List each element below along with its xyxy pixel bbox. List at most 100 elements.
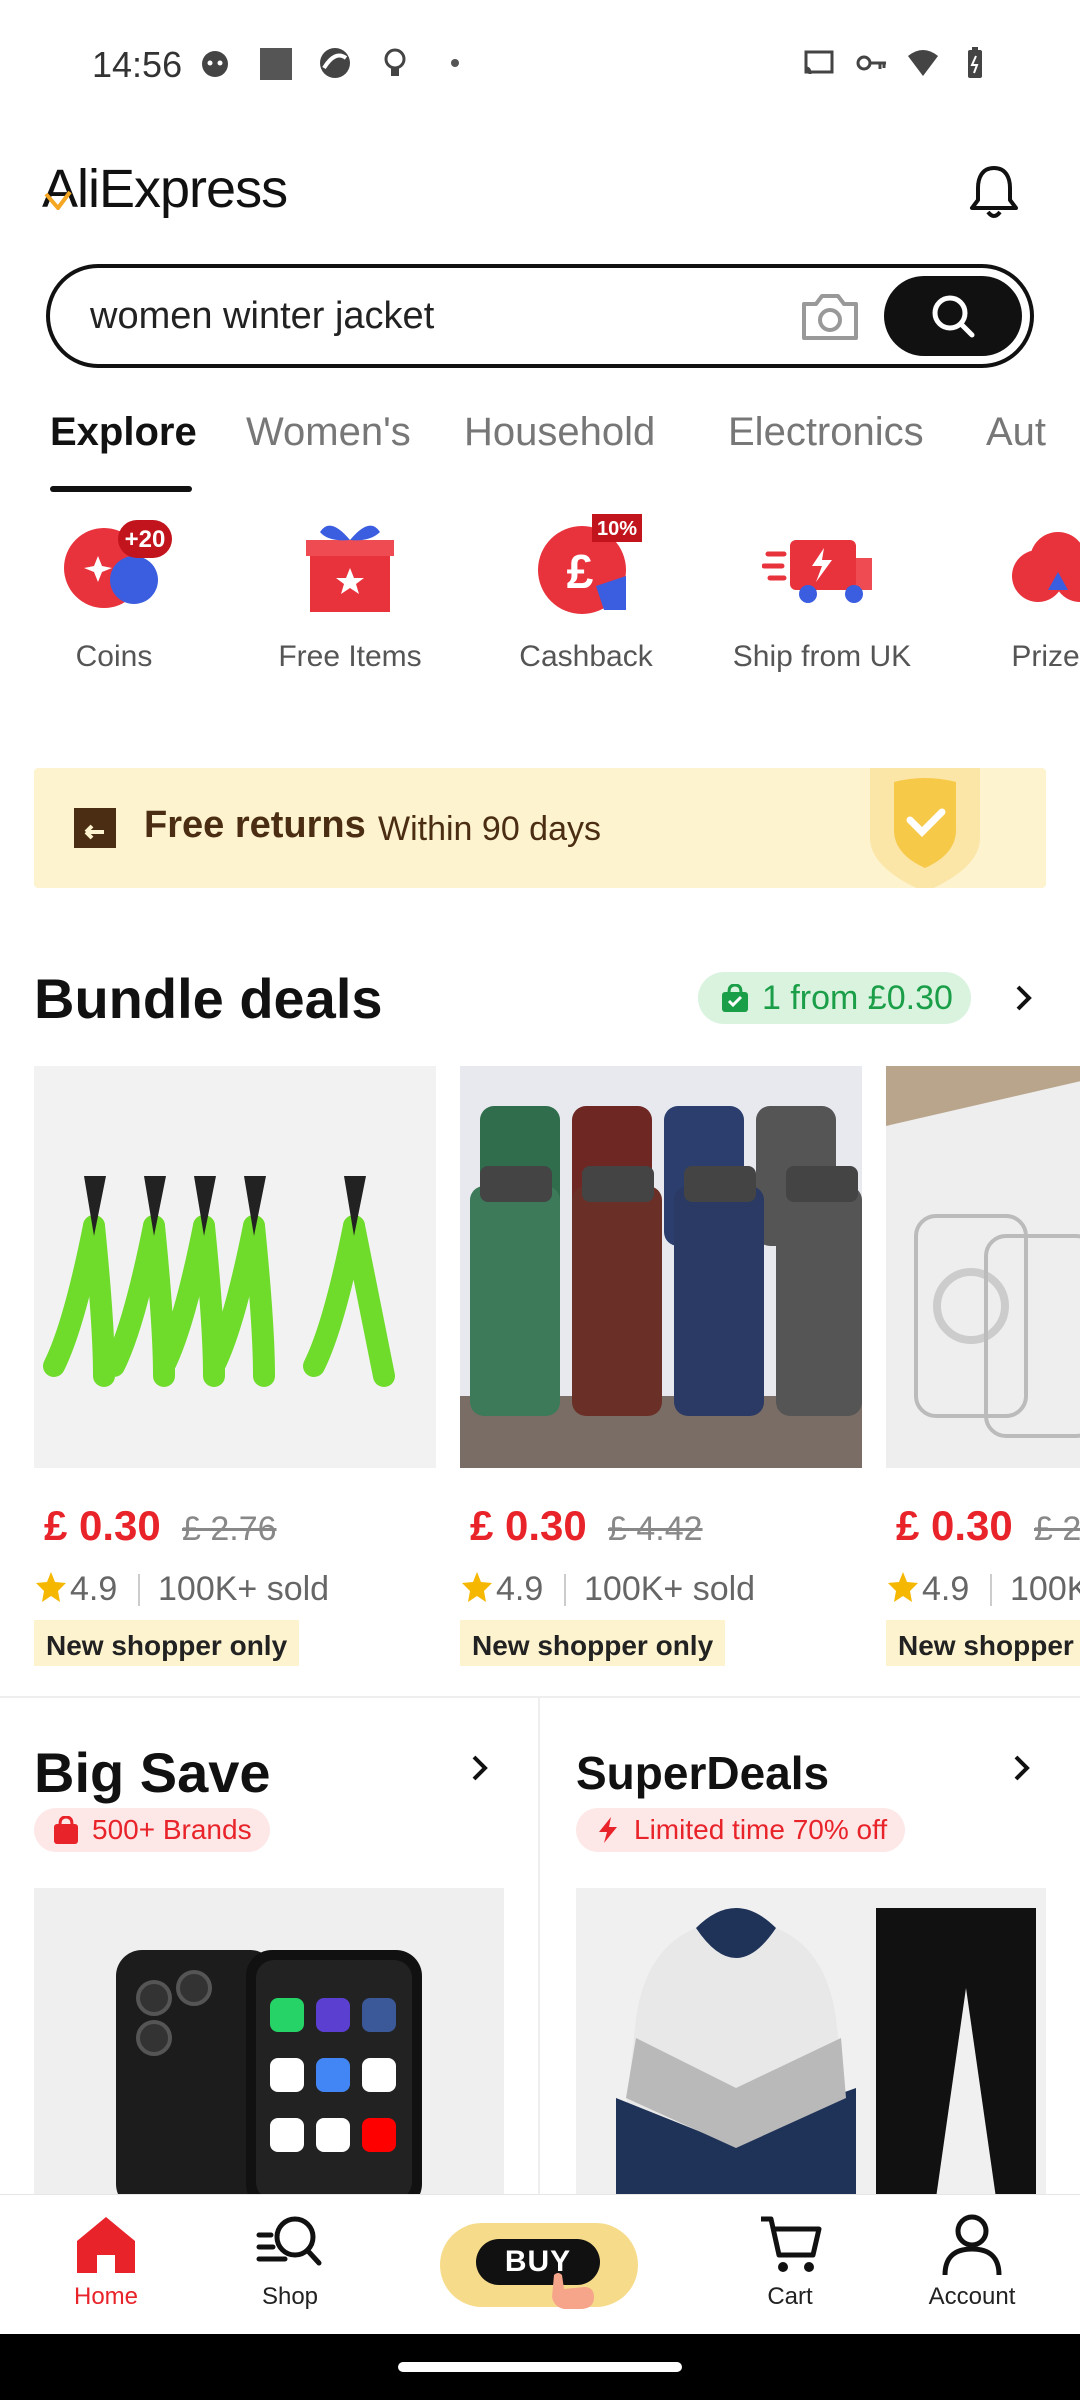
pliers-image: [34, 1066, 436, 1468]
quick-links: +20 Coins Free Items £ 10% Cashback Ship…: [0, 510, 1080, 690]
quick-link-label: Prize L: [1011, 640, 1080, 673]
product-rating: 4.9: [922, 1570, 970, 1608]
chevron-right-icon[interactable]: [470, 1754, 490, 1782]
search-button[interactable]: [884, 276, 1022, 356]
notification-bell-icon[interactable]: [962, 160, 1026, 224]
app-header: AliExpress: [0, 134, 1080, 254]
product-old-price: £ 2.76: [182, 1510, 277, 1548]
free-returns-banner[interactable]: Free returns Within 90 days: [34, 768, 1046, 888]
home-icon: [77, 2217, 135, 2273]
product-sold: 100K+ sold: [158, 1570, 330, 1608]
quick-link-ship-from-uk[interactable]: Ship from UK: [722, 510, 922, 674]
quick-link-label: Coins: [75, 640, 153, 673]
battery-icon: [968, 47, 982, 78]
product-card[interactable]: £ 0.30 £ 2 4.9 100K New shopper o: [886, 1066, 1080, 1666]
search-input[interactable]: [90, 268, 770, 364]
product-image[interactable]: [460, 1066, 862, 1468]
superdeals-image[interactable]: [576, 1888, 1046, 2198]
quick-link-label: Ship from UK: [732, 640, 912, 673]
product-sold: 100K: [1010, 1570, 1080, 1608]
product-badge: New shopper only: [34, 1620, 300, 1666]
chevron-right-icon[interactable]: [1014, 984, 1034, 1012]
star-icon: [36, 1572, 66, 1602]
big-save-pill[interactable]: 500+ Brands: [34, 1808, 270, 1852]
buy-button[interactable]: BUY: [440, 2223, 638, 2309]
product-card[interactable]: £ 0.30 £ 4.42 4.9 100K+ sold New shopper…: [460, 1066, 862, 1666]
quick-link-free-items[interactable]: Free Items: [250, 510, 450, 674]
big-save-image[interactable]: [34, 1888, 504, 2198]
phones-image: [34, 1888, 504, 2198]
bundle-deals-pill[interactable]: 1 from £0.30: [698, 972, 971, 1024]
product-price: £ 0.30: [470, 1502, 587, 1549]
aliexpress-logo[interactable]: AliExpress: [42, 158, 288, 220]
status-bar: 14:56: [0, 0, 1080, 134]
lightning-icon: [599, 1817, 617, 1843]
shopping-bag-icon: [54, 1816, 78, 1844]
cast-icon: [804, 50, 834, 75]
quick-link-cashback[interactable]: £ 10% Cashback: [486, 510, 686, 674]
star-icon: [462, 1572, 492, 1602]
nav-shop[interactable]: Shop: [210, 2211, 370, 2311]
product-image[interactable]: [886, 1066, 1080, 1468]
bottom-nav: Home Shop BUY Cart Account: [0, 2194, 1080, 2334]
tab-explore[interactable]: Explore: [50, 410, 197, 455]
svg-text:£: £: [567, 546, 594, 599]
coins-icon: +20: [64, 520, 172, 608]
bundle-products: £ 0.30 £ 2.76 4.9 100K+ sold New shopper…: [0, 1066, 1080, 1666]
account-icon: [942, 2214, 1002, 2276]
svg-text:10%: 10%: [597, 518, 637, 540]
product-rating: 4.9: [70, 1570, 118, 1608]
status-time: 14:56: [92, 44, 183, 85]
browser-icon: [320, 48, 350, 78]
svg-text:+20: +20: [125, 526, 166, 553]
search-bar: [46, 264, 1034, 368]
superdeals-title[interactable]: SuperDeals: [576, 1746, 829, 1800]
section-divider: [0, 1696, 1080, 1698]
shield-check-icon: [870, 768, 980, 888]
lightbulb-icon: [384, 48, 406, 76]
square-icon: [260, 48, 292, 80]
nav-home[interactable]: Home: [26, 2211, 186, 2311]
product-price: £ 0.30: [896, 1502, 1013, 1549]
big-save-pill-label: 500+ Brands: [92, 1814, 252, 1845]
camera-search-icon[interactable]: [798, 292, 862, 342]
product-price: £ 0.30: [44, 1502, 161, 1549]
wifi-icon: [908, 50, 938, 76]
product-card[interactable]: £ 0.30 £ 2.76 4.9 100K+ sold New shopper…: [34, 1066, 436, 1666]
return-box-icon: [74, 808, 116, 848]
delivery-truck-icon: [761, 540, 872, 603]
tab-household[interactable]: Household: [464, 410, 655, 455]
nav-label: Cart: [767, 2283, 813, 2310]
quick-link-label: Free Items: [278, 640, 422, 673]
tab-automotive[interactable]: Aut: [986, 410, 1046, 455]
quick-link-coins[interactable]: +20 Coins: [14, 510, 214, 674]
quick-link-prize[interactable]: Prize L: [958, 510, 1080, 674]
search-icon: [932, 295, 975, 338]
big-save-title[interactable]: Big Save: [34, 1740, 271, 1805]
prize-icon: [1012, 532, 1080, 602]
tab-electronics[interactable]: Electronics: [728, 410, 924, 455]
tracksuit-image: [576, 1888, 1046, 2198]
returns-subtitle: Within 90 days: [378, 810, 601, 848]
nav-account[interactable]: Account: [892, 2211, 1052, 2311]
nav-cart[interactable]: Cart: [710, 2211, 870, 2311]
product-badge: New shopper only: [460, 1620, 726, 1666]
nav-label: Home: [73, 2283, 139, 2310]
cat-face-icon: [202, 51, 228, 77]
product-image[interactable]: [34, 1066, 436, 1468]
superdeals-pill[interactable]: Limited time 70% off: [576, 1808, 906, 1852]
product-rating: 4.9: [496, 1570, 544, 1608]
product-sold: 100K+ sold: [584, 1570, 756, 1608]
chevron-right-icon[interactable]: [1012, 1754, 1032, 1782]
gift-icon: [306, 525, 394, 612]
home-indicator[interactable]: [398, 2362, 682, 2372]
category-tabs: Explore Women's Household Electronics Au…: [0, 398, 1080, 494]
nav-label: Shop: [261, 2283, 319, 2310]
divider: [564, 1574, 566, 1606]
shop-search-icon: [256, 2216, 322, 2266]
tab-womens[interactable]: Women's: [246, 410, 411, 455]
divider: [138, 1574, 140, 1606]
quick-link-label: Cashback: [519, 640, 653, 673]
bundle-deals-title: Bundle deals: [34, 967, 383, 1030]
key-icon: [856, 55, 886, 71]
